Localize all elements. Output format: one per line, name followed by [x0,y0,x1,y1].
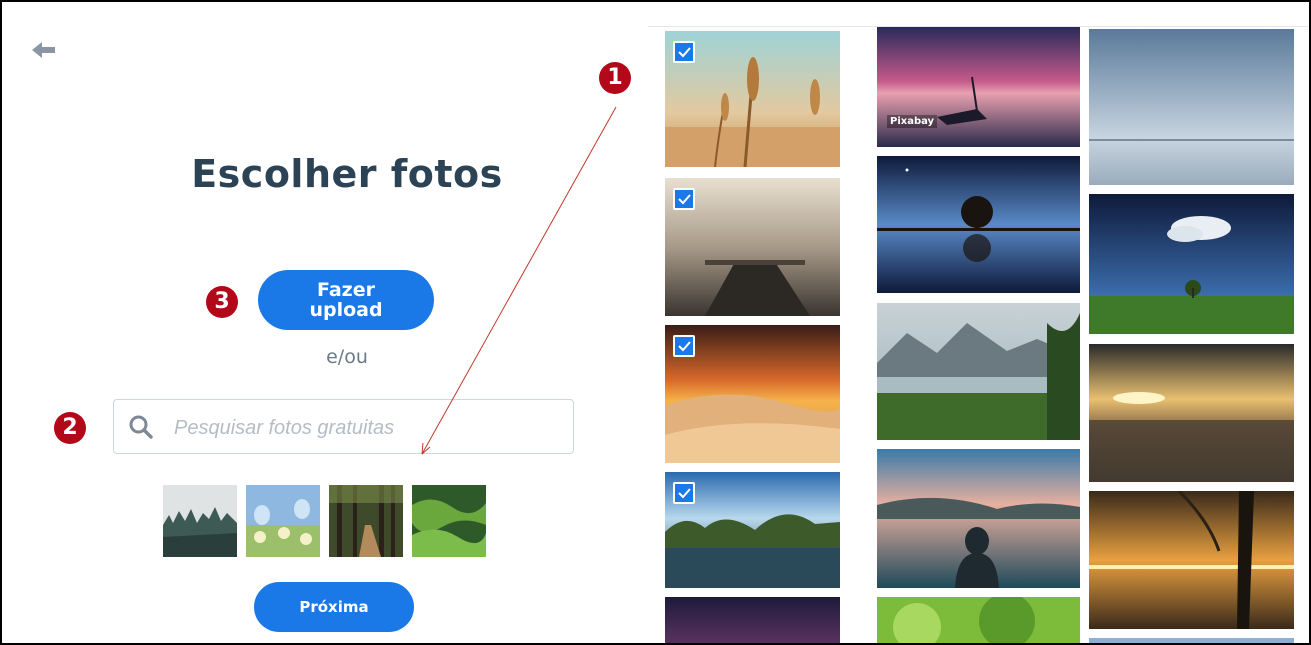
selected-checkmark-icon[interactable] [673,41,695,63]
gallery-photo-beach-sunset[interactable] [1089,344,1294,482]
gallery-photo-person-at-lake[interactable] [877,449,1080,588]
forest-path-photo-thumbnail[interactable] [329,485,403,557]
photo-source-label: Pixabay [887,115,938,128]
gallery-photo-purple-sky[interactable] [665,597,840,643]
annotation-badge-1: 1 [599,62,631,94]
gallery-photo-boat-at-dusk[interactable]: Pixabay [877,27,1080,147]
annotation-badge-2: 2 [54,412,86,444]
gallery-photo-cloud-over-tree[interactable] [1089,194,1294,334]
butterflies-flowers-photo-thumbnail[interactable] [246,485,320,557]
next-button[interactable]: Próxima [254,582,414,632]
annotation-badge-3: 3 [206,286,238,318]
search-icon [129,415,153,439]
selected-checkmark-icon[interactable] [673,335,695,357]
gallery-photo-desert-sunset[interactable] [665,325,840,463]
page-title: Escolher fotos [191,152,503,196]
gallery-photo-palm-sunset[interactable] [1089,491,1294,629]
gallery-photo-green-foliage[interactable] [877,597,1080,643]
selected-checkmark-icon[interactable] [673,482,695,504]
photo-gallery: Pixabay [648,26,1308,643]
gallery-photo-misty-pier[interactable] [665,178,840,316]
misty-forest-photo-thumbnail[interactable] [163,485,237,557]
gallery-photo-calm-sea-horizon[interactable] [1089,29,1294,185]
search-input[interactable] [172,410,566,446]
gallery-photo-lake-landscape[interactable] [665,472,840,588]
gallery-photo-blue-sky[interactable] [1089,638,1294,643]
upload-button[interactable]: Fazer upload [258,270,434,330]
gallery-photo-wheat-field[interactable] [665,31,840,167]
back-arrow-icon[interactable] [32,40,56,60]
selected-checkmark-icon[interactable] [673,188,695,210]
green-hills-photo-thumbnail[interactable] [412,485,486,557]
separator-text: e/ou [326,346,368,368]
search-box [113,399,574,454]
choose-photos-panel: Escolher fotos 3 Fazer upload e/ou 2 Pró… [0,0,1311,645]
gallery-photo-mountain-lake-grass[interactable] [877,303,1080,440]
gallery-photo-lone-tree-reflection[interactable] [877,156,1080,293]
